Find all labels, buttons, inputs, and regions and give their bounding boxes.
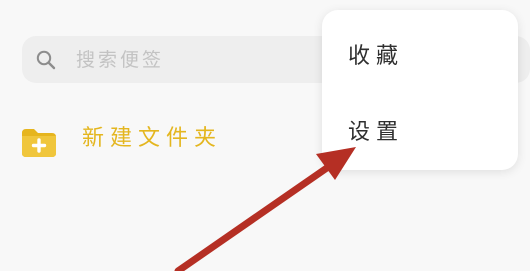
folder-plus-icon <box>22 129 56 157</box>
search-icon <box>36 50 56 70</box>
new-folder-label: 新建文件夹 <box>82 126 223 151</box>
new-folder-row[interactable]: 新建文件夹 <box>20 120 240 164</box>
menu-item-settings[interactable]: 设置 <box>348 118 404 148</box>
popup-menu: 收藏 设置 <box>322 10 518 170</box>
menu-item-favorites[interactable]: 收藏 <box>348 42 404 72</box>
search-placeholder: 搜索便签 <box>76 49 165 71</box>
